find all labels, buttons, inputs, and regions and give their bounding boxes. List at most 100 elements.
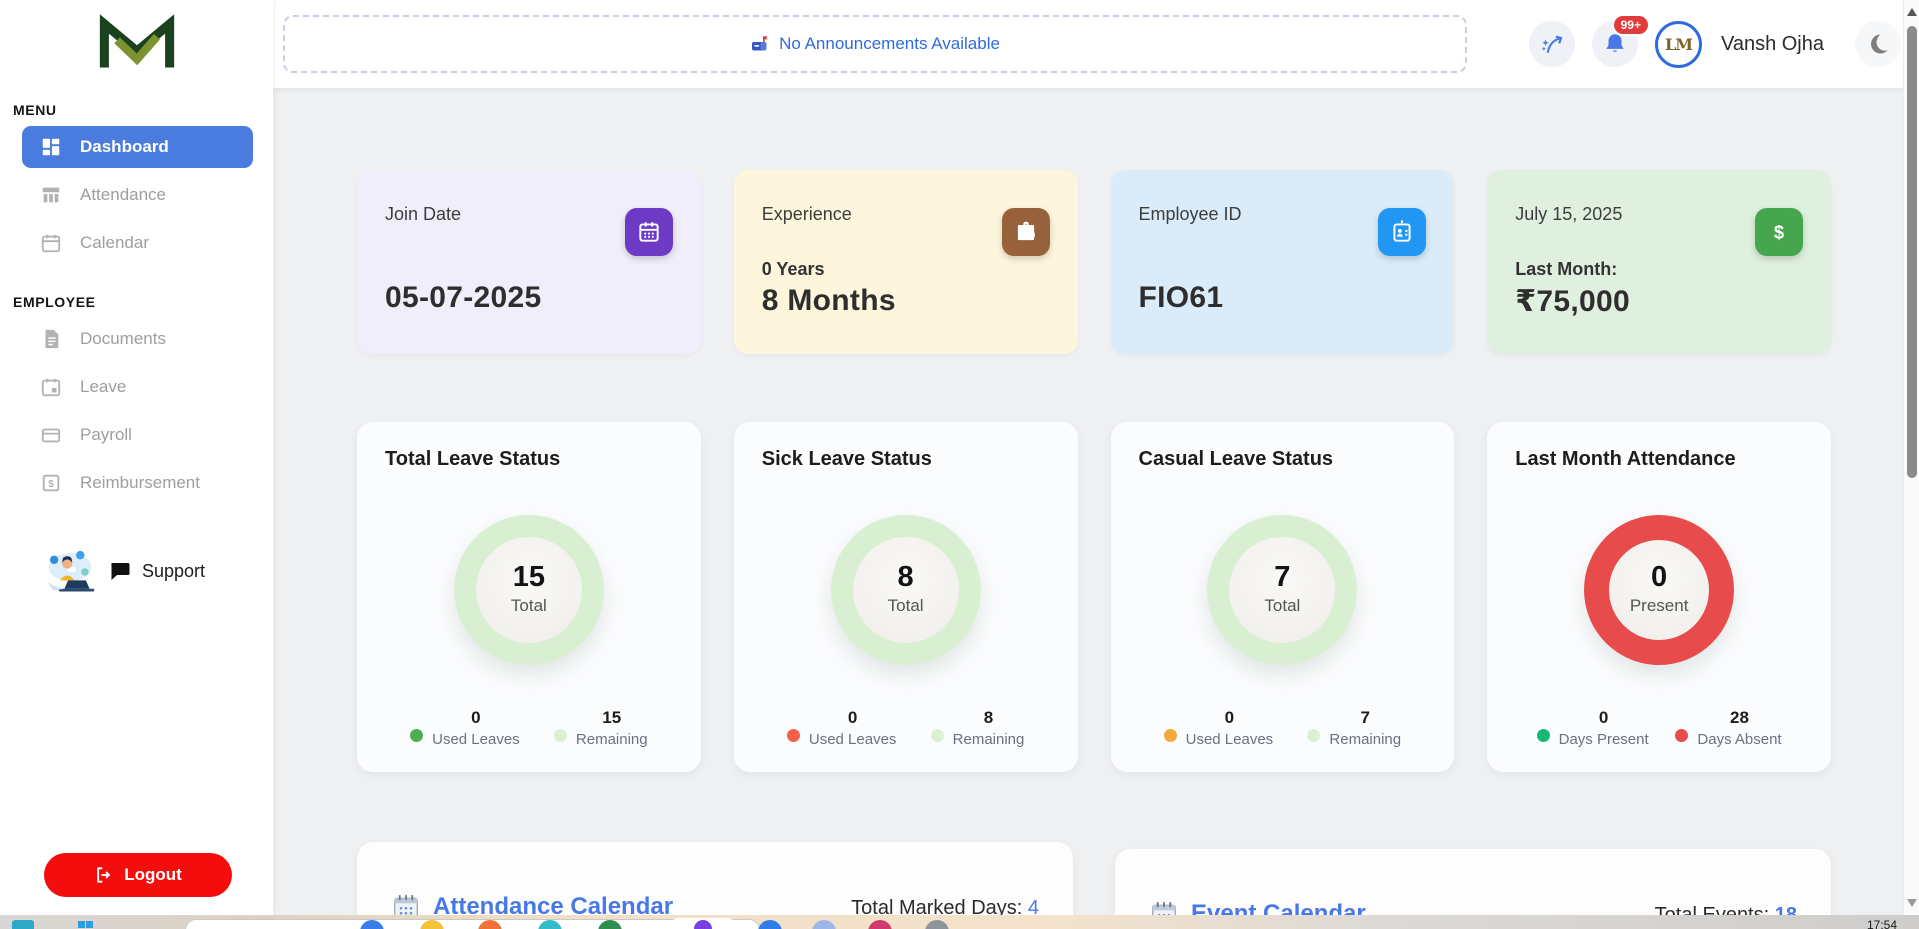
legend-label: Remaining (1329, 731, 1401, 748)
legend-label: Remaining (953, 731, 1025, 748)
sidebar-item-calendar[interactable]: Calendar (22, 222, 253, 264)
id-badge-icon (1378, 208, 1426, 256)
legend-label: Days Present (1559, 731, 1649, 748)
briefcase-clock-icon (1002, 208, 1050, 256)
legend-value: 0 (1225, 708, 1234, 728)
logout-button[interactable]: Logout (44, 853, 232, 897)
menu-section-header: MENU (13, 102, 273, 118)
sidebar-item-payroll[interactable]: Payroll (22, 414, 253, 456)
attendance-icon (40, 184, 62, 206)
scrollbar-thumb[interactable] (1907, 26, 1917, 478)
stat-value: 05-07-2025 (385, 281, 673, 315)
sidebar-item-attendance[interactable]: Attendance (22, 174, 253, 216)
quick-switch-button[interactable] (1529, 21, 1575, 67)
dollar-icon: $ (1755, 208, 1803, 256)
stat-value: FIO61 (1139, 281, 1427, 315)
donut-center-value: 8 (898, 563, 914, 592)
legend-label: Days Absent (1697, 731, 1781, 748)
donut-center-label: Total (888, 596, 924, 616)
sidebar-item-leave[interactable]: Leave (22, 366, 253, 408)
notification-badge: 99+ (1612, 14, 1650, 36)
stat-card-employee-id: Employee ID FIO61 (1111, 170, 1455, 354)
user-avatar[interactable]: LM (1655, 21, 1702, 68)
card-title: Last Month Attendance (1515, 448, 1803, 471)
legend-label: Used Leaves (432, 731, 520, 748)
notifications-button[interactable]: 99+ (1592, 21, 1638, 67)
summary-label: Total Marked Days: (851, 897, 1022, 915)
sidebar: MENU Dashboard Attendance Calendar EMPLO… (0, 0, 273, 915)
taskbar-app-icon[interactable] (758, 920, 782, 929)
donut-center-label: Total (1264, 596, 1300, 616)
sidebar-item-label: Calendar (80, 233, 149, 253)
sidebar-item-label: Leave (80, 377, 126, 397)
windows-taskbar[interactable]: 17:54 (0, 915, 1919, 929)
attendance-calendar-card: Attendance Calendar Total Marked Days: 4 (357, 842, 1073, 915)
scrollbar-up-arrow[interactable] (1907, 8, 1917, 16)
summary-value: 4 (1028, 897, 1039, 915)
card-title: Casual Leave Status (1139, 448, 1427, 471)
document-icon (40, 328, 62, 350)
stat-subvalue: 0 Years (762, 259, 1050, 280)
taskbar-clock[interactable]: 17:54 (1867, 918, 1897, 929)
vertical-scrollbar[interactable] (1903, 0, 1919, 915)
taskbar-active-app[interactable] (672, 918, 734, 929)
card-title: Attendance Calendar (433, 893, 673, 915)
legend-value: 28 (1730, 708, 1749, 728)
windows-start-icon[interactable] (78, 921, 93, 929)
total-leave-donut: 15 Total (454, 515, 604, 665)
logo-m-icon (96, 14, 178, 72)
card-title: Event Calendar (1191, 900, 1366, 915)
events-summary: Total Events: 18 (1655, 904, 1797, 915)
attendance-donut: 0 Present (1584, 515, 1734, 665)
card-title: Total Leave Status (385, 448, 673, 471)
stat-value: ₹75,000 (1515, 284, 1803, 319)
sidebar-item-label: Reimbursement (80, 473, 200, 493)
sparkle-arrow-icon (1539, 31, 1565, 57)
scrollbar-down-arrow[interactable] (1907, 899, 1917, 907)
stat-value: 8 Months (762, 284, 1050, 318)
last-month-attendance-card: Last Month Attendance 0 Present 0 Days (1487, 422, 1831, 772)
legend-remaining: 7 Remaining (1307, 708, 1401, 748)
sidebar-item-documents[interactable]: Documents (22, 318, 253, 360)
sidebar-item-dashboard[interactable]: Dashboard (22, 126, 253, 168)
taskbar-app-icon[interactable] (812, 920, 836, 929)
taskbar-widget-icon[interactable] (12, 920, 34, 929)
calendar-badge-icon (625, 208, 673, 256)
legend-value: 7 (1361, 708, 1370, 728)
donut-center-label: Present (1630, 596, 1689, 616)
logout-icon (94, 865, 114, 885)
employee-section-header: EMPLOYEE (13, 294, 273, 310)
taskbar-app-icon[interactable] (925, 920, 949, 929)
sidebar-item-reimbursement[interactable]: $ Reimbursement (22, 462, 253, 504)
taskbar-app-icon[interactable] (868, 920, 892, 929)
card-title: Sick Leave Status (762, 448, 1050, 471)
sidebar-item-label: Dashboard (80, 137, 169, 157)
calendar-cards-row: Attendance Calendar Total Marked Days: 4… (357, 842, 1831, 915)
dark-mode-toggle[interactable] (1855, 21, 1901, 67)
stat-subvalue: Last Month: (1515, 259, 1803, 280)
dollar-square-icon: $ (40, 472, 62, 494)
legend-label: Used Leaves (809, 731, 897, 748)
svg-text:$: $ (1774, 222, 1784, 243)
legend-dot (787, 729, 800, 742)
legend-value: 0 (1599, 708, 1608, 728)
legend-dot (554, 729, 567, 742)
topbar: No Announcements Available (273, 0, 1919, 88)
moon-icon (1866, 32, 1890, 56)
event-calendar-card: Event Calendar Total Events: 18 (1115, 849, 1831, 915)
legend-remaining: 8 Remaining (931, 708, 1025, 748)
legend-value: 8 (984, 708, 993, 728)
sidebar-item-label: Payroll (80, 425, 132, 445)
legend-used-leaves: 0 Used Leaves (787, 708, 897, 748)
spiral-calendar-icon (1149, 899, 1179, 915)
legend-dot (410, 729, 423, 742)
legend-value: 0 (848, 708, 857, 728)
support-label: Support (142, 561, 205, 582)
sidebar-item-label: Documents (80, 329, 166, 349)
legend-dot (1537, 729, 1550, 742)
wallet-icon (40, 424, 62, 446)
sidebar-item-support[interactable]: Support (42, 548, 273, 594)
marked-days-summary: Total Marked Days: 4 (851, 897, 1039, 915)
legend-dot (1675, 729, 1688, 742)
company-logo (0, 0, 273, 72)
